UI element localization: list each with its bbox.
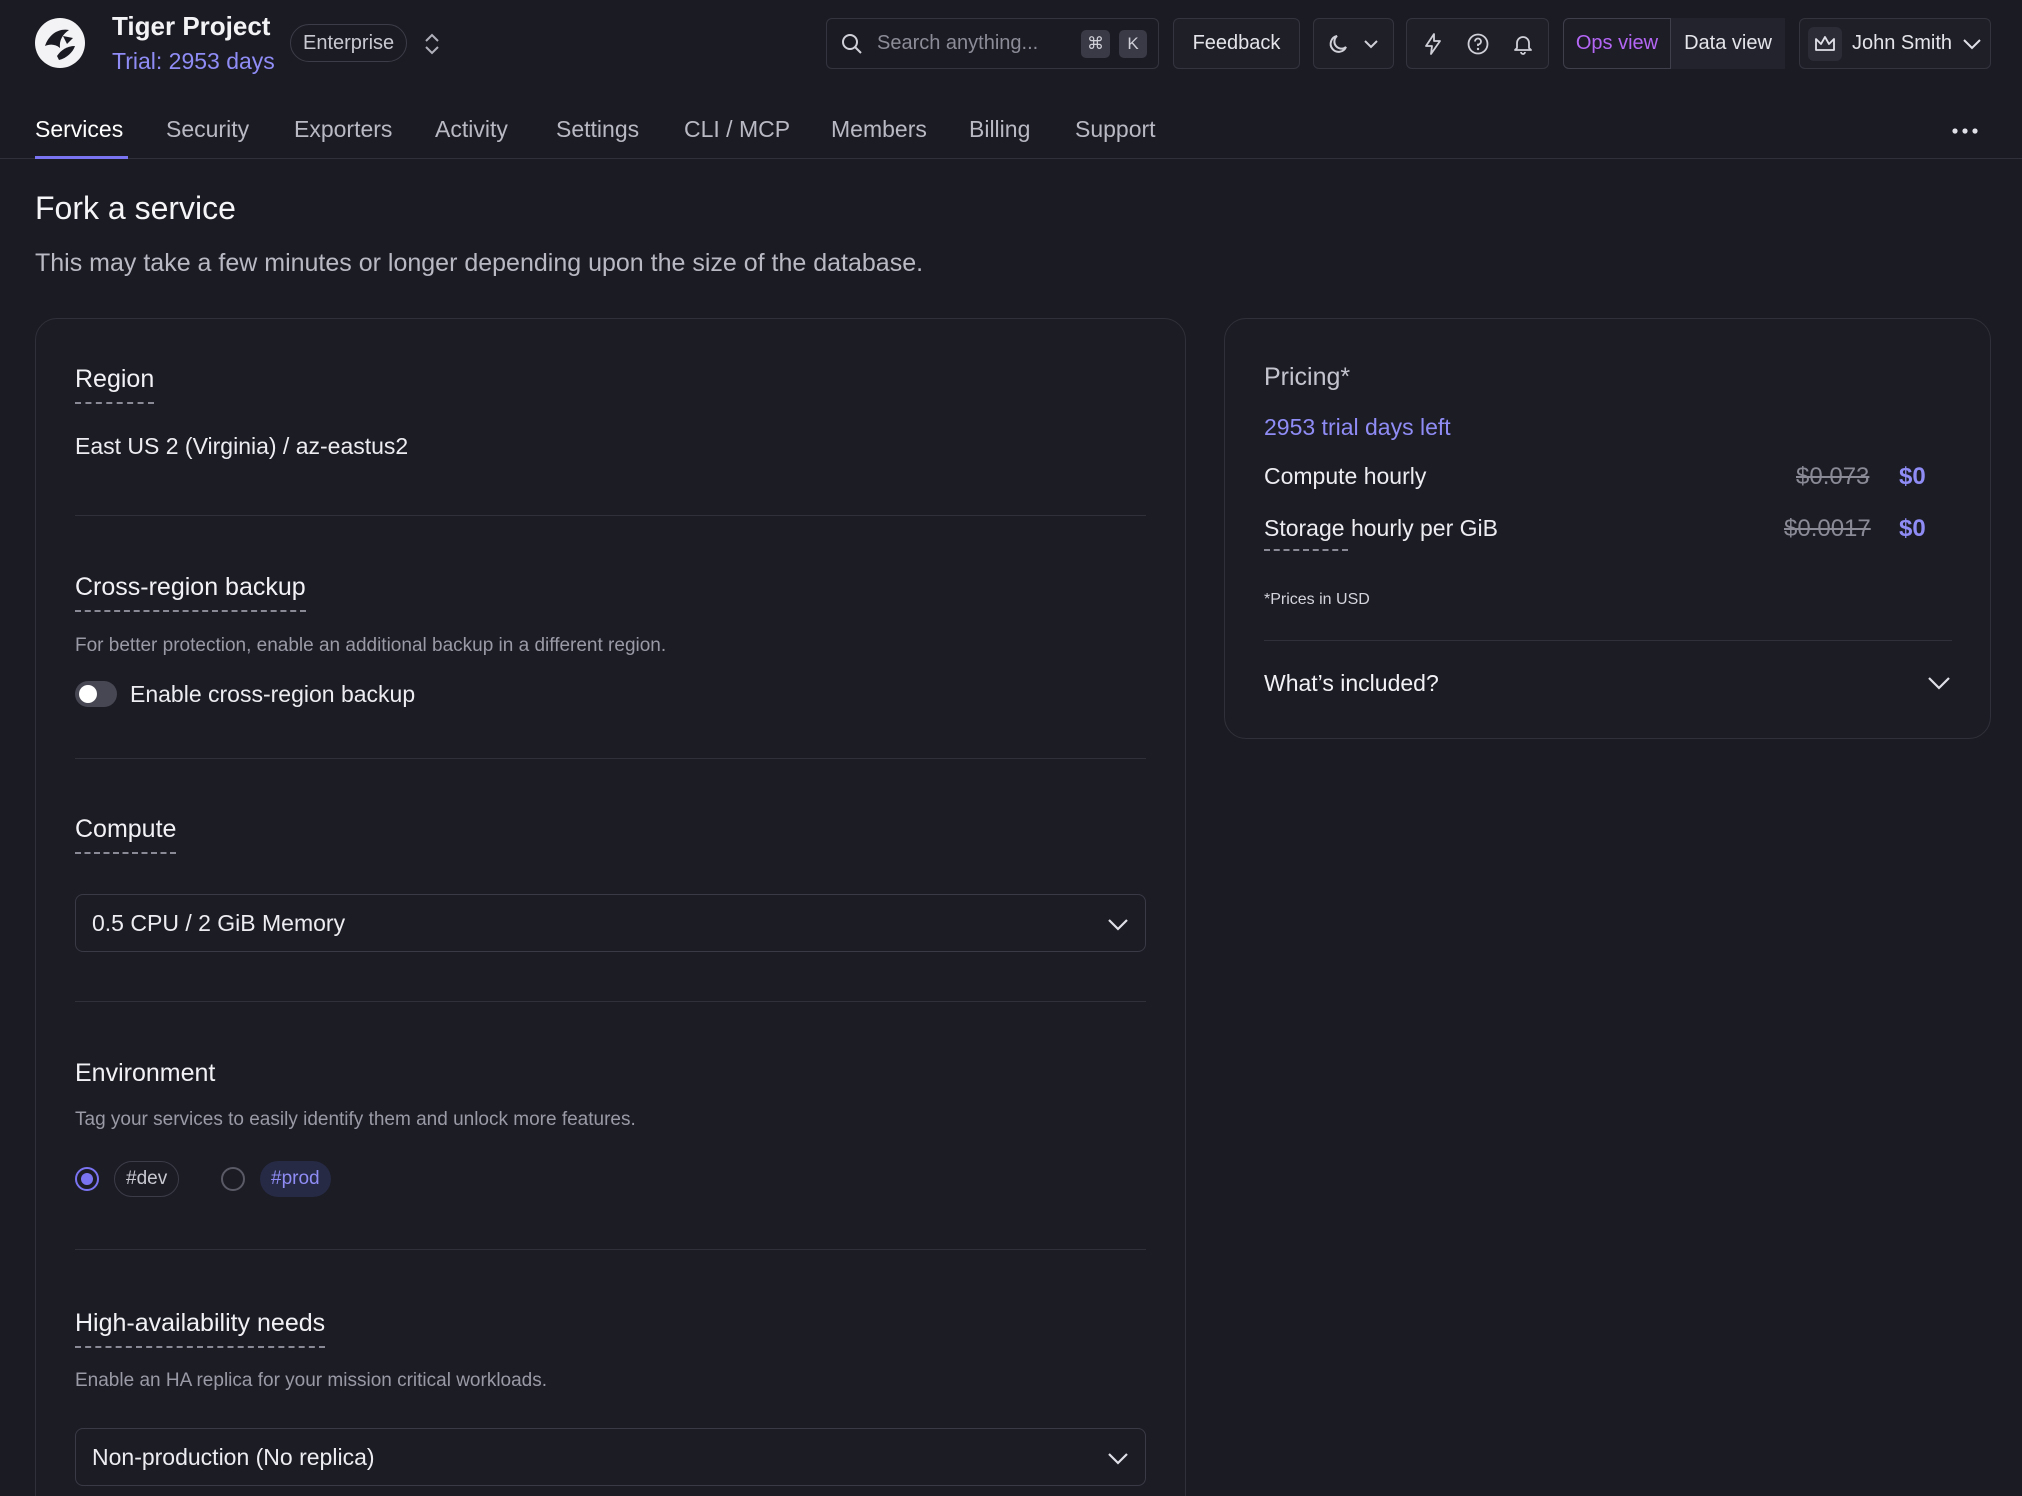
tab-exporters[interactable]: Exporters [294, 116, 392, 143]
page-subtitle: This may take a few minutes or longer de… [35, 249, 924, 277]
ops-view-button[interactable]: Ops view [1563, 18, 1671, 69]
search-icon [842, 34, 862, 54]
more-options-icon[interactable] [1950, 126, 1980, 136]
pricing-title: Pricing* [1264, 363, 1351, 391]
user-name: John Smith [1852, 32, 1953, 54]
view-switcher: Ops view Data view [1563, 18, 1785, 69]
storage-hourly-label[interactable]: Storage hourly per GiB [1264, 515, 1498, 548]
compute-new-price: $0 [1899, 463, 1926, 490]
section-divider [75, 1001, 1146, 1002]
tab-support[interactable]: Support [1075, 116, 1156, 143]
compute-old-price: $0.073 [1796, 463, 1870, 490]
search-placeholder: Search anything... [877, 32, 1039, 54]
quick-actions-group [1406, 18, 1549, 69]
compute-hourly-label: Compute hourly [1264, 463, 1427, 489]
cross-region-backup-label[interactable]: Enable cross-region backup [130, 681, 415, 708]
trial-days-left: 2953 trial days left [1264, 414, 1451, 440]
compute-selected-value: 0.5 CPU / 2 GiB Memory [92, 910, 346, 936]
help-icon[interactable] [1466, 32, 1490, 56]
ha-select[interactable]: Non-production (No replica) [75, 1428, 1146, 1486]
active-tab-indicator [35, 156, 128, 159]
pricing-card: Pricing* 2953 trial days left Compute ho… [1224, 318, 1991, 739]
tab-billing[interactable]: Billing [969, 116, 1030, 143]
fork-form-card: Region East US 2 (Virginia) / az-eastus2… [35, 318, 1186, 1496]
top-header: Tiger Project Trial: 2953 days Enterpris… [0, 0, 2022, 88]
chevron-down-icon[interactable] [1925, 669, 1953, 697]
tab-services[interactable]: Services [35, 116, 123, 143]
bell-icon[interactable] [1511, 32, 1535, 56]
tab-members[interactable]: Members [831, 116, 927, 143]
cross-region-backup-toggle[interactable] [75, 681, 117, 707]
env-dev-radio[interactable] [75, 1167, 99, 1191]
data-view-button[interactable]: Data view [1671, 18, 1785, 69]
logo-icon[interactable] [33, 16, 87, 70]
region-value: East US 2 (Virginia) / az-eastus2 [75, 433, 409, 459]
tab-activity[interactable]: Activity [435, 116, 508, 143]
project-name[interactable]: Tiger Project [112, 11, 270, 42]
env-dev-tag[interactable]: #dev [114, 1161, 180, 1197]
ha-title: High-availability needs [75, 1309, 326, 1348]
section-divider [75, 515, 1146, 516]
section-divider [75, 1249, 1146, 1250]
lightning-icon[interactable] [1421, 32, 1445, 56]
crown-icon [1815, 36, 1835, 51]
trial-days-text: Trial: 2953 days [112, 48, 275, 74]
backup-title: Cross-region backup [75, 573, 306, 612]
compute-title: Compute [75, 815, 177, 854]
env-prod-tag[interactable]: #prod [260, 1161, 331, 1197]
storage-old-price: $0.0017 [1784, 515, 1871, 542]
toggle-knob [79, 685, 97, 703]
chevron-down-icon [1108, 1453, 1128, 1465]
search-bar[interactable]: Search anything... ⌘ K [826, 18, 1159, 69]
storage-new-price: $0 [1899, 515, 1926, 542]
environment-title: Environment [75, 1059, 216, 1087]
chevron-down-icon [1364, 40, 1378, 49]
ha-description: Enable an HA replica for your mission cr… [75, 1370, 548, 1391]
prices-note: *Prices in USD [1264, 591, 1370, 608]
feedback-button[interactable]: Feedback [1173, 18, 1300, 69]
environment-description: Tag your services to easily identify the… [75, 1109, 636, 1130]
feedback-label: Feedback [1192, 32, 1281, 54]
moon-icon [1329, 35, 1347, 53]
shortcut-cmd-key: ⌘ [1081, 30, 1110, 58]
plan-badge: Enterprise [290, 24, 408, 62]
pricing-divider [1264, 640, 1952, 641]
user-menu-button[interactable]: John Smith [1799, 18, 1991, 69]
tab-settings[interactable]: Settings [556, 116, 639, 143]
nav-tabs: Services Security Exporters Activity Set… [0, 88, 2022, 159]
whats-included-toggle[interactable]: What’s included? [1264, 670, 1439, 697]
compute-select[interactable]: 0.5 CPU / 2 GiB Memory [75, 894, 1146, 952]
chevron-down-icon [1963, 39, 1981, 50]
theme-toggle-button[interactable] [1313, 18, 1394, 69]
chevron-down-icon [1108, 919, 1128, 931]
tab-security[interactable]: Security [166, 116, 249, 143]
section-divider [75, 758, 1146, 759]
ha-selected-value: Non-production (No replica) [92, 1444, 375, 1470]
region-title: Region [75, 365, 155, 404]
switch-project-icon[interactable] [421, 30, 443, 58]
page-title: Fork a service [35, 190, 236, 226]
tooltip-underline [1264, 549, 1348, 551]
shortcut-k-key: K [1119, 30, 1147, 58]
backup-description: For better protection, enable an additio… [75, 635, 667, 656]
env-prod-radio[interactable] [221, 1167, 245, 1191]
tab-cli-mcp[interactable]: CLI / MCP [684, 116, 790, 143]
avatar [1808, 27, 1842, 61]
